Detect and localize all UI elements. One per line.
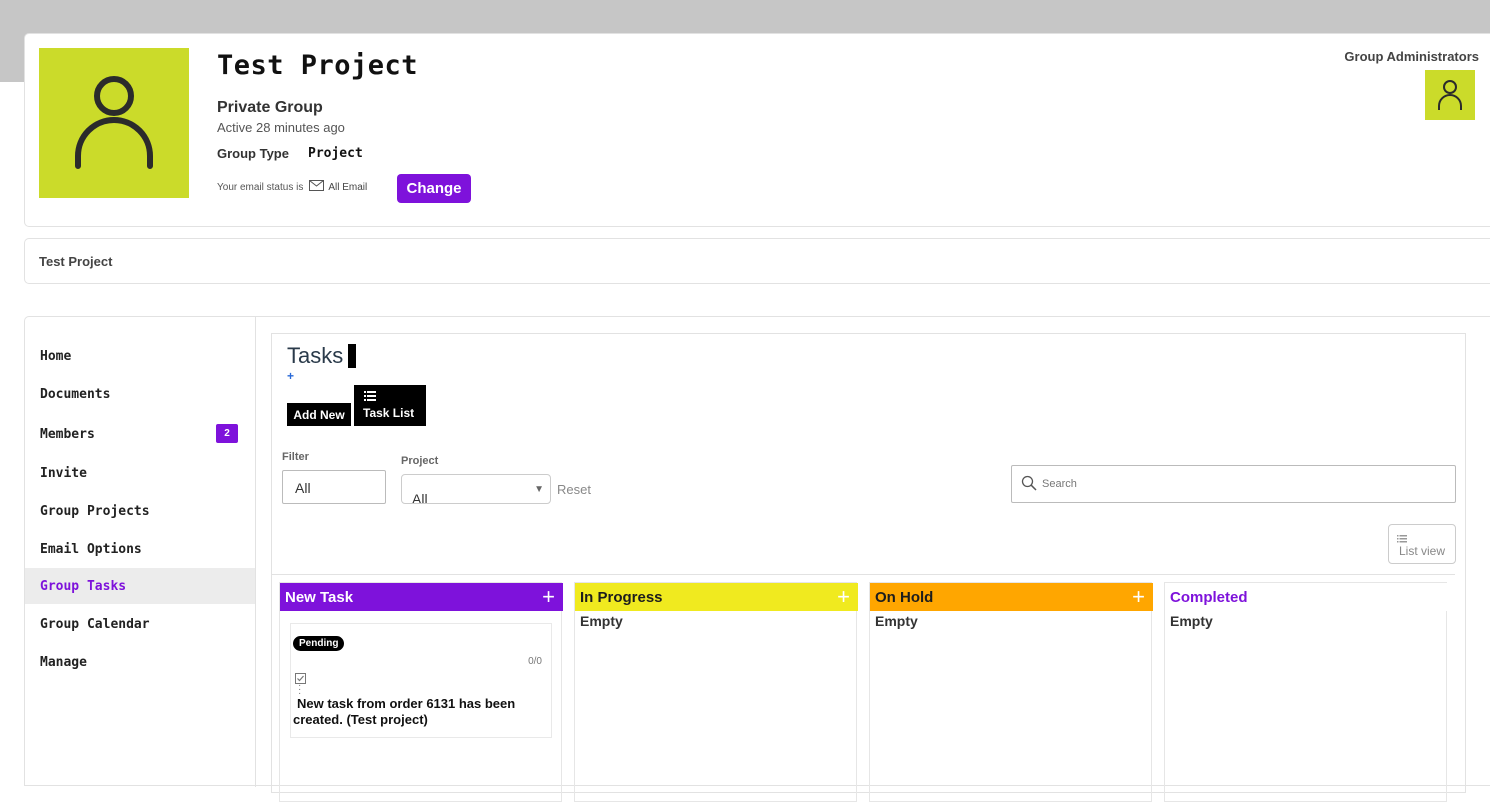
group-admins-label: Group Administrators (1344, 49, 1479, 64)
add-task-plus-icon[interactable]: + (542, 585, 555, 609)
nav-item-group-projects[interactable]: Group Projects (25, 493, 255, 529)
nav-item-label: Email Options (40, 541, 142, 557)
plus-icon[interactable]: + (287, 369, 294, 383)
group-title: Test Project (217, 50, 419, 81)
column-empty-text: Empty (580, 613, 623, 629)
nav-item-label: Manage (40, 654, 87, 670)
group-avatar[interactable] (39, 48, 189, 198)
task-list-button[interactable]: Task List (354, 385, 426, 426)
nav-item-label: Group Projects (40, 503, 150, 519)
board-column-completed: Completed Empty (1164, 582, 1448, 802)
board-column-on-hold: On Hold + Empty (869, 582, 1153, 802)
nav-item-email-options[interactable]: Email Options (25, 531, 255, 567)
nav-item-label: Group Calendar (40, 616, 150, 632)
project-select[interactable]: All ▼ (401, 474, 551, 504)
board-column-new-task: New Task + Pending 0/0 · · · New task from… (279, 582, 563, 802)
add-new-task-button[interactable]: Add New (287, 403, 351, 426)
column-empty-text: Empty (875, 613, 918, 629)
nav-item-members[interactable]: Members 2 (25, 416, 255, 452)
filter-value: All (295, 480, 311, 496)
column-title: On Hold (875, 588, 934, 606)
reset-link[interactable]: Reset (557, 482, 591, 497)
status-badge: Pending (293, 636, 345, 651)
task-board: New Task + Pending 0/0 · · · New task from… (272, 574, 1455, 805)
group-header: Test Project Private Group Active 28 min… (24, 33, 1490, 227)
tasks-panel: Tasks + Add New Task List Filter All Pro… (271, 333, 1466, 802)
column-header: Completed (1165, 583, 1448, 611)
list-view-button[interactable]: List view (1388, 524, 1456, 564)
column-title: Completed (1170, 588, 1248, 606)
search-icon (1021, 475, 1037, 496)
nav-item-home[interactable]: Home (25, 338, 255, 374)
nav-item-group-tasks[interactable]: Group Tasks (25, 568, 255, 604)
nav-item-documents[interactable]: Documents (25, 376, 255, 412)
project-label: Project (401, 455, 439, 467)
breadcrumb: Test Project (24, 238, 1490, 284)
vertical-dots-icon[interactable]: · · · (298, 681, 301, 699)
add-task-plus-icon[interactable]: + (837, 585, 850, 609)
task-card[interactable]: Pending 0/0 · · · New task from order 6131… (290, 623, 552, 738)
task-title: New task from order 6131 has been create… (293, 696, 516, 727)
nav-item-label: Members (40, 426, 95, 442)
column-header: On Hold + (870, 583, 1153, 611)
group-type-label: Group Type (217, 146, 289, 161)
admin-avatar[interactable] (1425, 70, 1475, 120)
user-icon (75, 76, 153, 169)
project-value: All (412, 491, 428, 504)
nav-item-label: Home (40, 348, 72, 364)
email-status-value: All Email (328, 181, 368, 193)
mail-icon (309, 180, 325, 194)
list-icon (364, 390, 376, 404)
column-empty-text: Empty (1170, 613, 1213, 629)
column-title: In Progress (580, 588, 663, 606)
group-content: Home Documents Members 2 Invite Group Pr… (24, 316, 1490, 802)
email-status-prefix: Your email status is (217, 181, 304, 193)
add-task-plus-icon[interactable]: + (1132, 585, 1145, 609)
filter-label: Filter (282, 451, 309, 463)
nav-item-label: Invite (40, 465, 87, 481)
board-column-in-progress: In Progress + Empty (574, 582, 858, 802)
breadcrumb-current: Test Project (39, 254, 113, 269)
nav-item-invite[interactable]: Invite (25, 455, 255, 491)
tasks-title: Tasks (287, 343, 344, 368)
column-header: New Task + (280, 583, 563, 611)
chevron-down-icon: ▼ (534, 484, 544, 495)
group-privacy: Private Group (217, 99, 323, 116)
column-title: New Task (285, 588, 354, 606)
nav-item-manage[interactable]: Manage (25, 644, 255, 680)
task-list-label: Task List (363, 406, 415, 420)
search-input[interactable] (1042, 475, 1442, 493)
checklist-count: 0/0 (528, 656, 542, 667)
search-box (1011, 465, 1456, 503)
members-count-badge: 2 (216, 424, 238, 443)
filter-select[interactable]: All (282, 470, 386, 504)
group-nav: Home Documents Members 2 Invite Group Pr… (25, 317, 256, 787)
list-view-label: List view (1399, 544, 1446, 558)
nav-item-label: Documents (40, 386, 111, 402)
column-header: In Progress + (575, 583, 858, 611)
group-activity: Active 28 minutes ago (217, 120, 345, 135)
text-cursor (348, 344, 356, 368)
group-type-value: Project (308, 146, 363, 161)
email-status: Your email status is All Email (217, 180, 367, 194)
user-icon (1438, 80, 1462, 110)
nav-item-label: Group Tasks (40, 578, 127, 594)
change-email-button[interactable]: Change (397, 174, 471, 203)
nav-item-group-calendar[interactable]: Group Calendar (25, 606, 255, 642)
